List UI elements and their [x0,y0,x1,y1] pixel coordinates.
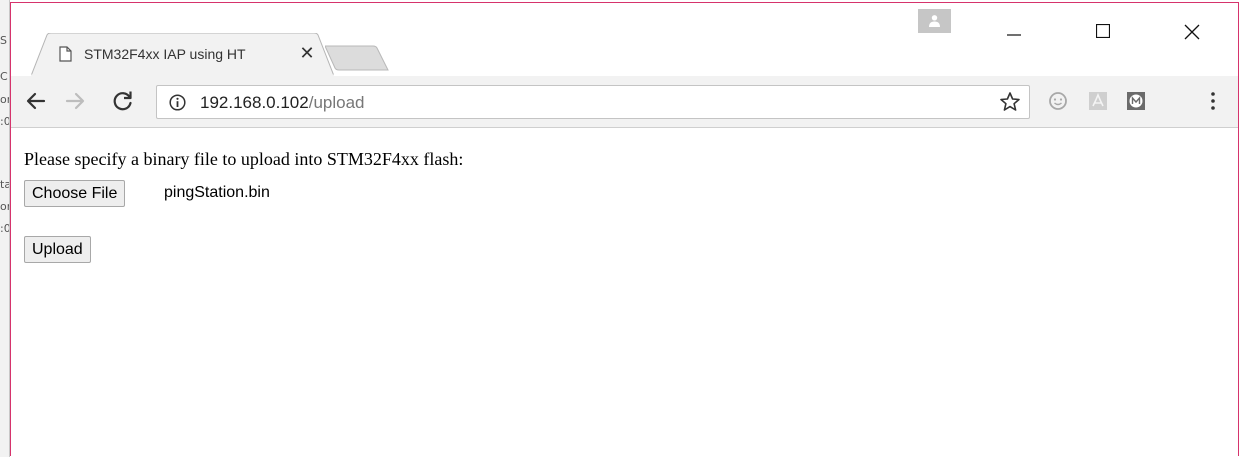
menu-dots-icon[interactable] [1201,89,1225,113]
page-content: Please specify a binary file to upload i… [11,129,1238,457]
browser-toolbar: 192.168.0.102/upload [11,76,1238,128]
forward-arrow-icon[interactable] [62,88,88,114]
minimize-icon [1007,34,1021,36]
maximize-button[interactable] [1073,3,1133,47]
address-bar[interactable]: 192.168.0.102/upload [156,85,1030,119]
person-icon [929,15,940,27]
tab-title: STM32F4xx IAP using HT [84,46,246,62]
upload-prompt: Please specify a binary file to upload i… [24,149,464,169]
pdf-extension-icon[interactable] [1086,89,1110,113]
maximize-icon [1095,23,1111,39]
upload-button[interactable]: Upload [24,236,91,263]
reload-icon[interactable] [110,88,136,114]
browser-window: STM32F4xx IAP using HT ✕ 192.168.0.102/u… [10,2,1239,457]
profile-button[interactable] [918,9,951,33]
url-text[interactable]: 192.168.0.102/upload [200,93,365,113]
choose-file-button[interactable]: Choose File [24,180,126,207]
tab-strip: STM32F4xx IAP using HT ✕ [11,3,1238,76]
tab-active[interactable]: STM32F4xx IAP using HT ✕ [31,33,334,76]
minimize-button[interactable] [984,3,1044,47]
new-tab-button[interactable] [325,45,389,71]
bookmark-star-icon[interactable] [999,91,1021,113]
chosen-file-name: pingStation.bin [164,184,270,201]
url-host: 192.168.0.102 [200,93,309,112]
smiley-extension-icon[interactable] [1046,89,1070,113]
background-window-edge: S C or :0 ta or :0 [0,0,10,457]
close-window-button[interactable] [1162,3,1222,47]
close-icon [1184,24,1200,40]
url-path: /upload [308,93,365,112]
page-icon [59,46,72,62]
tab-close-icon[interactable]: ✕ [296,42,318,64]
back-arrow-icon[interactable] [23,88,49,114]
extension-m-icon[interactable] [1124,89,1148,113]
info-icon[interactable] [169,94,186,111]
